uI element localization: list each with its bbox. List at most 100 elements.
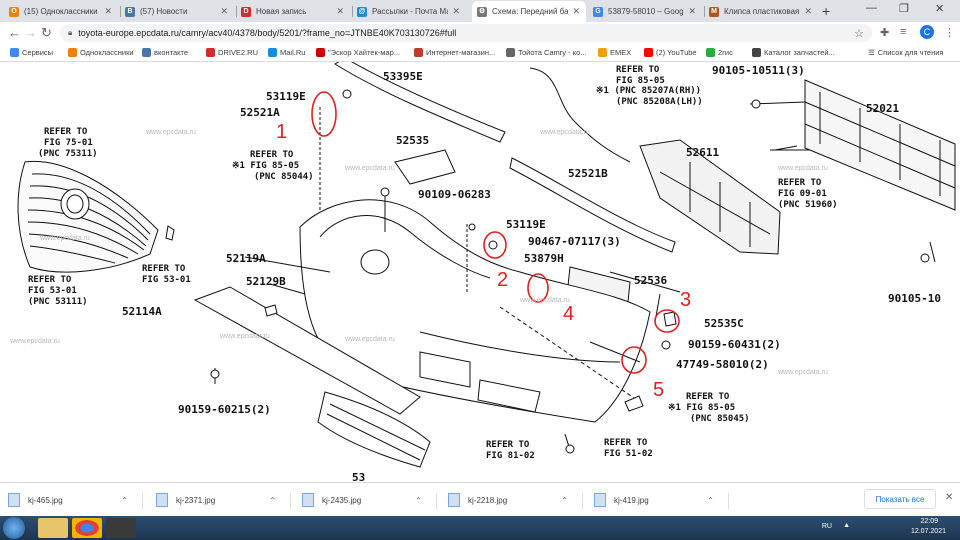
chevron-up-icon[interactable]: ⌃	[561, 496, 568, 505]
explorer-icon[interactable]	[38, 518, 68, 538]
bookmark-item[interactable]: Тойота Camry - ко...	[506, 46, 587, 59]
part-label[interactable]: 90105-10	[888, 292, 941, 305]
tab-close-icon[interactable]: ✕	[688, 6, 696, 17]
close-downloads-icon[interactable]: ✕	[945, 492, 953, 503]
browser-tab[interactable]: @ Рассылки - Почта Ма ✕	[352, 1, 466, 22]
chevron-up-icon[interactable]: ⌃	[121, 496, 128, 505]
part-label[interactable]: 47749-58010(2)	[676, 358, 769, 371]
part-label[interactable]: 53119E	[506, 218, 546, 231]
part-label[interactable]: 52521A	[240, 106, 280, 119]
clock-time[interactable]: 22:09	[920, 518, 938, 525]
game-app-icon[interactable]	[106, 518, 136, 538]
refer-block[interactable]: REFER TO FIG 81-02	[486, 440, 535, 461]
tab-close-icon[interactable]: ✕	[452, 6, 460, 17]
url-text[interactable]: toyota-europe.epcdata.ru/camry/acv40/437…	[78, 28, 456, 38]
chevron-up-icon[interactable]: ⌃	[707, 496, 714, 505]
bookmark-item[interactable]: Сервисы	[10, 46, 53, 59]
part-label[interactable]: 52535	[396, 134, 429, 147]
refer-block[interactable]: REFER TO FIG 75-01 (PNC 75311)	[38, 127, 98, 159]
refer-block[interactable]: REFER TO FIG 53-01 (PNC 53111)	[28, 275, 88, 307]
address-bar[interactable]: 🔒︎ toyota-europe.epcdata.ru/camry/acv40/…	[60, 24, 872, 42]
maximize-icon[interactable]: ❐	[899, 2, 909, 15]
bookmark-item[interactable]: Одноклассники	[68, 46, 134, 59]
part-label[interactable]: 52611	[686, 146, 719, 159]
chevron-up-icon[interactable]: ⌃	[415, 496, 422, 505]
download-item[interactable]: kj-2435.jpg ⌃	[294, 487, 430, 513]
part-label[interactable]: 52129B	[246, 275, 286, 288]
refer-block[interactable]: REFER TO FIG 85-05 ※1 (PNC 85207A(RH)) (…	[596, 65, 703, 107]
bookmark-item[interactable]: вконтакте	[142, 46, 188, 59]
clock-date[interactable]: 12.07.2021	[911, 528, 946, 535]
download-filename: kj-465.jpg	[28, 495, 63, 505]
part-label[interactable]: 52535C	[704, 317, 744, 330]
reading-list-button[interactable]: ☰ Список для чтения	[868, 46, 944, 59]
bookmark-item[interactable]: Каталог запчастей...	[752, 46, 835, 59]
svg-text:(PNC 51960): (PNC 51960)	[778, 200, 838, 210]
part-label[interactable]: 52521B	[568, 167, 608, 180]
download-filename: kj-2435.jpg	[322, 495, 362, 505]
svg-text:FIG 81-02: FIG 81-02	[486, 451, 535, 461]
download-item[interactable]: kj-465.jpg ⌃	[0, 487, 136, 513]
download-item[interactable]: kj-2371.jpg ⌃	[148, 487, 284, 513]
part-label[interactable]: 90105-10511(3)	[712, 64, 805, 77]
bookmark-item[interactable]: Mail.Ru	[268, 46, 305, 59]
tab-close-icon[interactable]: ✕	[336, 6, 344, 17]
chrome-icon[interactable]	[72, 518, 102, 538]
browser-tab[interactable]: В (57) Новости ✕	[120, 1, 234, 22]
language-indicator[interactable]: RU	[822, 523, 832, 530]
chevron-up-icon[interactable]: ⌃	[269, 496, 276, 505]
refer-block[interactable]: REFER TO ※1 FIG 85-05 (PNC 85045)	[668, 392, 750, 424]
part-label[interactable]: 90159-60215(2)	[178, 403, 271, 416]
part-label[interactable]: 52021	[866, 102, 899, 115]
part-label[interactable]: 53119E	[266, 90, 306, 103]
browser-tab[interactable]: О (15) Одноклассники ✕	[4, 1, 118, 22]
part-label[interactable]: 90109-06283	[418, 188, 491, 201]
bookmark-label: Тойота Camry - ко...	[518, 48, 587, 57]
browser-tab[interactable]: D Новая запись ✕	[236, 1, 350, 22]
bookmark-item[interactable]: 2гис	[706, 46, 733, 59]
avatar[interactable]: C	[920, 25, 934, 39]
browser-tab[interactable]: M Клипса пластиковая ✕	[704, 1, 818, 22]
menu-dots-icon[interactable]: ⋮	[944, 26, 955, 39]
back-arrow-icon[interactable]: ←	[8, 25, 21, 40]
part-label[interactable]: 53395E	[383, 70, 423, 83]
part-label[interactable]: 52536	[634, 274, 667, 287]
bookmark-item[interactable]: DRIVE2.RU	[206, 46, 258, 59]
forward-arrow-icon[interactable]: →	[24, 25, 37, 40]
tab-close-icon[interactable]: ✕	[804, 6, 812, 17]
windows-taskbar: RU ▲ 22:09 12.07.2021	[0, 516, 960, 540]
refer-block[interactable]: REFER TO FIG 51-02	[604, 438, 653, 459]
bookmark-item[interactable]: "Эскор Хайтек-мар...	[316, 46, 400, 59]
bookmark-item[interactable]: (2) YouTube	[644, 46, 697, 59]
bookmark-item[interactable]: EMEX	[598, 46, 631, 59]
tray-arrow-icon[interactable]: ▲	[843, 522, 850, 529]
window-close-icon[interactable]: ✕	[935, 2, 944, 15]
reload-icon[interactable]: ↻	[41, 25, 52, 41]
download-item[interactable]: kj-419.jpg ⌃	[586, 487, 722, 513]
bookmark-item[interactable]: Интернет-магазин...	[414, 46, 495, 59]
minimize-icon[interactable]: —	[866, 2, 877, 14]
refer-block[interactable]: REFER TO FIG 53-01	[142, 264, 191, 285]
svg-text:REFER TO: REFER TO	[142, 264, 186, 274]
tab-close-icon[interactable]: ✕	[572, 6, 580, 17]
tab-close-icon[interactable]: ✕	[104, 6, 112, 17]
lock-icon[interactable]: 🔒︎	[68, 28, 72, 38]
start-button[interactable]	[3, 517, 25, 539]
part-label[interactable]: 53879H	[524, 252, 564, 265]
part-label[interactable]: 90159-60431(2)	[688, 338, 781, 351]
bookmark-star-icon[interactable]: ☆	[854, 27, 864, 40]
download-filename: kj-2371.jpg	[176, 495, 216, 505]
part-label[interactable]: 52114A	[122, 305, 162, 318]
part-label[interactable]: 52119A	[226, 252, 266, 265]
browser-tab[interactable]: ⚙ Схема: Передний бам ✕	[472, 1, 586, 22]
refer-block[interactable]: REFER TO FIG 09-01 (PNC 51960)	[778, 178, 838, 210]
tab-close-icon[interactable]: ✕	[220, 6, 228, 17]
reading-list-icon[interactable]: ≡	[900, 26, 906, 38]
download-item[interactable]: kj-2218.jpg ⌃	[440, 487, 576, 513]
part-label[interactable]: 90467-07117(3)	[528, 235, 621, 248]
extensions-puzzle-icon[interactable]: ✚	[880, 26, 889, 39]
new-tab-plus-icon[interactable]: +	[822, 3, 830, 19]
browser-tab[interactable]: G 53879-58010 – Google ✕	[588, 1, 702, 22]
refer-block[interactable]: REFER TO ※1 FIG 85-05 (PNC 85044)	[232, 150, 314, 182]
show-all-downloads-button[interactable]: Показать все	[864, 489, 936, 509]
